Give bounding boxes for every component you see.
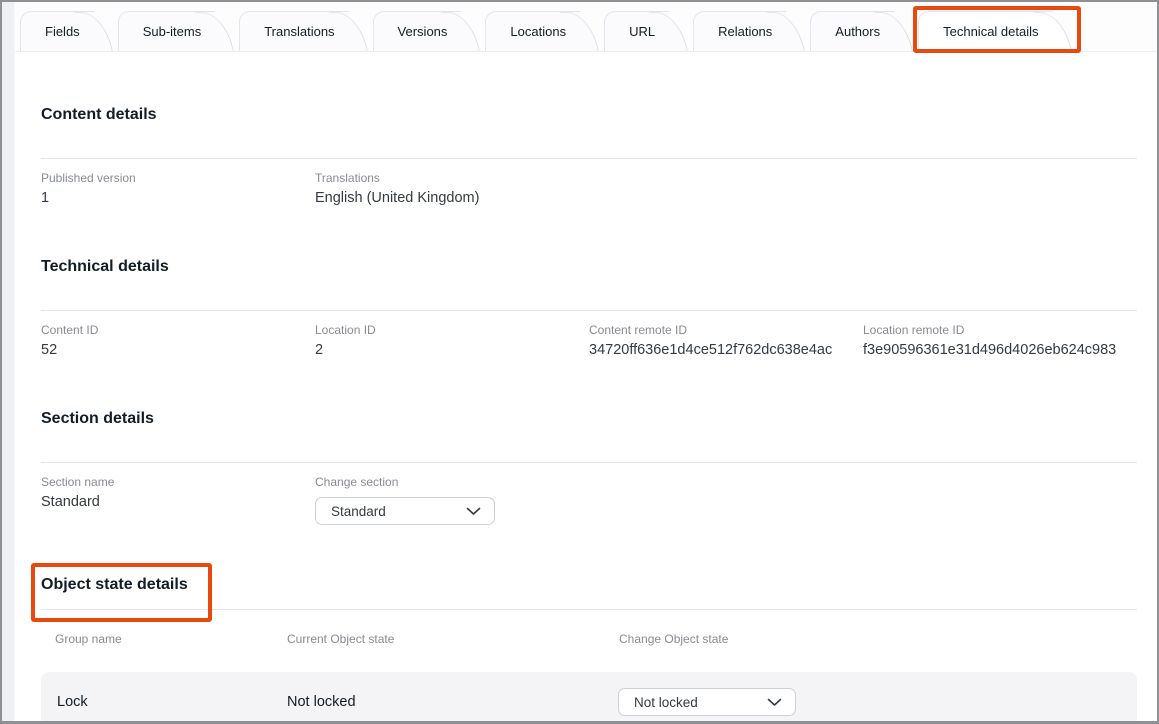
section-divider <box>41 158 1137 159</box>
column-header-current-state: Current Object state <box>287 632 619 646</box>
field-label: Location remote ID <box>863 323 1137 337</box>
table-row: Lock Not locked Not locked <box>41 672 1137 721</box>
tab-label: Locations <box>510 24 566 39</box>
tab-sub-items[interactable]: Sub-items <box>118 11 216 51</box>
tab-technical-details[interactable]: Technical details <box>918 11 1052 51</box>
section-content-details: Content details Published version 1 Tran… <box>41 105 1137 207</box>
object-state-table-header: Group name Current Object state Change O… <box>41 622 1137 646</box>
change-object-state-select[interactable]: Not locked <box>618 688 796 716</box>
section-object-state-details: Object state details Group name Current … <box>41 575 1137 721</box>
column-header-change-state: Change Object state <box>619 632 1137 646</box>
tab-versions[interactable]: Versions <box>373 11 462 51</box>
table-divider <box>41 609 1137 610</box>
tab-label: Sub-items <box>143 24 202 39</box>
current-state-cell: Not locked <box>287 694 618 710</box>
tab-fields[interactable]: Fields <box>20 11 94 51</box>
field-content-id: Content ID 52 <box>41 323 315 359</box>
field-value: 52 <box>41 341 315 359</box>
field-label: Location ID <box>315 323 589 337</box>
field-translations: Translations English (United Kingdom) <box>315 171 589 207</box>
tab-label: Authors <box>835 24 880 39</box>
field-published-version: Published version 1 <box>41 171 315 207</box>
left-gutter <box>2 2 15 721</box>
content-tab-bar: Fields Sub-items Translations Versions L… <box>15 2 1157 52</box>
field-content-remote-id: Content remote ID 34720ff636e1d4ce512f76… <box>589 323 863 359</box>
tab-label: URL <box>629 24 655 39</box>
tab-label: Fields <box>45 24 80 39</box>
field-value: 34720ff636e1d4ce512f762dc638e4ac <box>589 341 863 359</box>
column-header-group-name: Group name <box>55 632 287 646</box>
tab-locations[interactable]: Locations <box>485 11 580 51</box>
field-label: Content remote ID <box>589 323 863 337</box>
field-label: Translations <box>315 171 589 185</box>
section-divider <box>41 462 1137 463</box>
field-label: Content ID <box>41 323 315 337</box>
section-heading: Object state details <box>41 575 188 595</box>
field-location-remote-id: Location remote ID f3e90596361e31d496d40… <box>863 323 1137 359</box>
field-label: Section name <box>41 475 315 489</box>
select-value: Standard <box>331 504 386 519</box>
section-divider <box>41 310 1137 311</box>
field-label: Published version <box>41 171 315 185</box>
tab-translations[interactable]: Translations <box>239 11 348 51</box>
field-change-section: Change section Standard <box>315 475 589 525</box>
field-value: f3e90596361e31d496d4026eb624c983 <box>863 341 1137 359</box>
main-panel: Fields Sub-items Translations Versions L… <box>15 2 1157 721</box>
field-value: 1 <box>41 189 315 207</box>
tab-authors[interactable]: Authors <box>810 11 894 51</box>
field-section-name: Section name Standard <box>41 475 315 525</box>
section-technical-details: Technical details Content ID 52 Location… <box>41 257 1137 359</box>
tab-label: Technical details <box>943 24 1038 39</box>
field-label: Change section <box>315 475 589 489</box>
section-heading: Content details <box>41 105 1137 125</box>
tab-url[interactable]: URL <box>604 11 669 51</box>
field-value: 2 <box>315 341 589 359</box>
tab-label: Translations <box>264 24 334 39</box>
tab-label: Relations <box>718 24 772 39</box>
chevron-down-icon <box>767 698 782 707</box>
section-heading: Technical details <box>41 257 1137 277</box>
field-value: Standard <box>41 493 315 511</box>
chevron-down-icon <box>466 507 481 516</box>
change-section-select[interactable]: Standard <box>315 497 495 525</box>
tab-content: Content details Published version 1 Tran… <box>15 52 1157 721</box>
group-name-cell: Lock <box>57 694 287 710</box>
section-section-details: Section details Section name Standard Ch… <box>41 409 1137 525</box>
tab-label: Versions <box>398 24 448 39</box>
select-value: Not locked <box>634 695 698 710</box>
section-heading: Section details <box>41 409 1137 429</box>
field-location-id: Location ID 2 <box>315 323 589 359</box>
tab-relations[interactable]: Relations <box>693 11 786 51</box>
field-value: English (United Kingdom) <box>315 189 589 207</box>
technical-details-page: Fields Sub-items Translations Versions L… <box>0 0 1159 724</box>
